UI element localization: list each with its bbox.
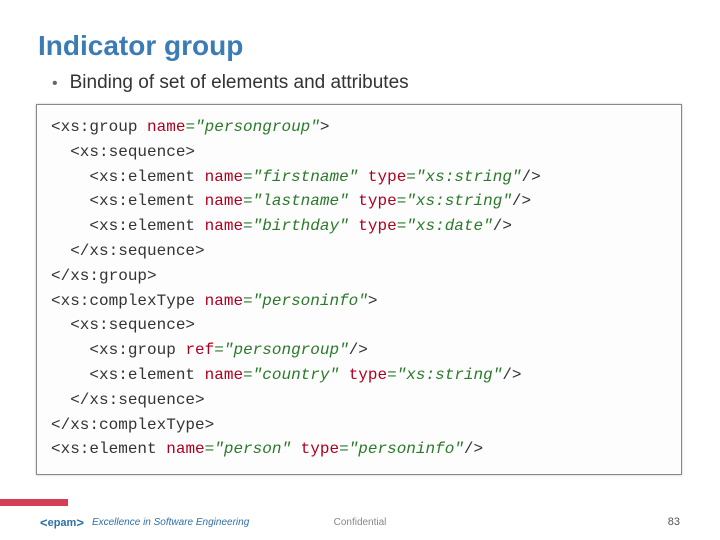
code-token: <xs:element [89, 168, 195, 186]
tagline: Excellence in Software Engineering [92, 517, 249, 528]
code-token: /> [493, 217, 512, 235]
code-token: "firstname" [253, 168, 359, 186]
bullet-text: Binding of set of elements and attribute… [70, 72, 409, 94]
code-token: > [320, 118, 330, 136]
code-token: ref [185, 341, 214, 359]
code-block: <xs:group name="persongroup"> <xs:sequen… [36, 104, 682, 475]
chevron-left-icon: < [40, 515, 48, 530]
code-token: type [301, 440, 339, 458]
code-token: /> [464, 440, 483, 458]
code-token: </xs:sequence> [70, 391, 204, 409]
code-token: name [205, 168, 243, 186]
code-token: name [205, 217, 243, 235]
logo-text: epam [48, 517, 77, 529]
code-token: "persongroup" [195, 118, 320, 136]
code-token: <xs:sequence> [70, 143, 195, 161]
code-token: "birthday" [253, 217, 349, 235]
code-token: "xs:string" [406, 192, 512, 210]
code-token: name [166, 440, 204, 458]
bullet-item: • Binding of set of elements and attribu… [52, 72, 682, 94]
code-token: "xs:date" [406, 217, 492, 235]
code-token: <xs:element [89, 217, 195, 235]
code-token: /> [502, 366, 521, 384]
code-token: "person" [214, 440, 291, 458]
code-token: <xs:element [89, 366, 195, 384]
code-token: <xs:element [51, 440, 157, 458]
code-token: <xs:complexType [51, 292, 195, 310]
code-token: name [205, 192, 243, 210]
code-token: <xs:sequence> [70, 316, 195, 334]
code-token: "persongroup" [224, 341, 349, 359]
code-token: "country" [253, 366, 339, 384]
code-token: type [358, 217, 396, 235]
code-token: name [205, 366, 243, 384]
code-token: name [147, 118, 185, 136]
code-token: > [368, 292, 378, 310]
code-token: <xs:group [89, 341, 175, 359]
accent-bar [0, 499, 68, 506]
code-token: </xs:group> [51, 267, 157, 285]
code-token: <xs:element [89, 192, 195, 210]
code-token: /> [349, 341, 368, 359]
bullet-dot-icon: • [52, 75, 58, 93]
epam-logo: < epam > [40, 515, 84, 530]
code-token: <xs:group [51, 118, 137, 136]
code-token: "personinfo" [253, 292, 368, 310]
logo-wrap: < epam > Excellence in Software Engineer… [40, 515, 249, 530]
code-token: type [349, 366, 387, 384]
code-token: "lastname" [253, 192, 349, 210]
code-token: type [368, 168, 406, 186]
code-token: </xs:complexType> [51, 416, 214, 434]
chevron-right-icon: > [76, 515, 84, 530]
code-token: /> [512, 192, 531, 210]
code-token: type [358, 192, 396, 210]
confidential-label: Confidential [334, 517, 387, 528]
footer: < epam > Excellence in Software Engineer… [0, 502, 720, 540]
code-token: /> [522, 168, 541, 186]
code-token: "xs:string" [416, 168, 522, 186]
page-number: 83 [668, 516, 680, 528]
page-title: Indicator group [38, 30, 682, 62]
code-token: "personinfo" [349, 440, 464, 458]
slide: Indicator group • Binding of set of elem… [0, 0, 720, 540]
code-token: </xs:sequence> [70, 242, 204, 260]
code-token: name [205, 292, 243, 310]
code-token: "xs:string" [397, 366, 503, 384]
